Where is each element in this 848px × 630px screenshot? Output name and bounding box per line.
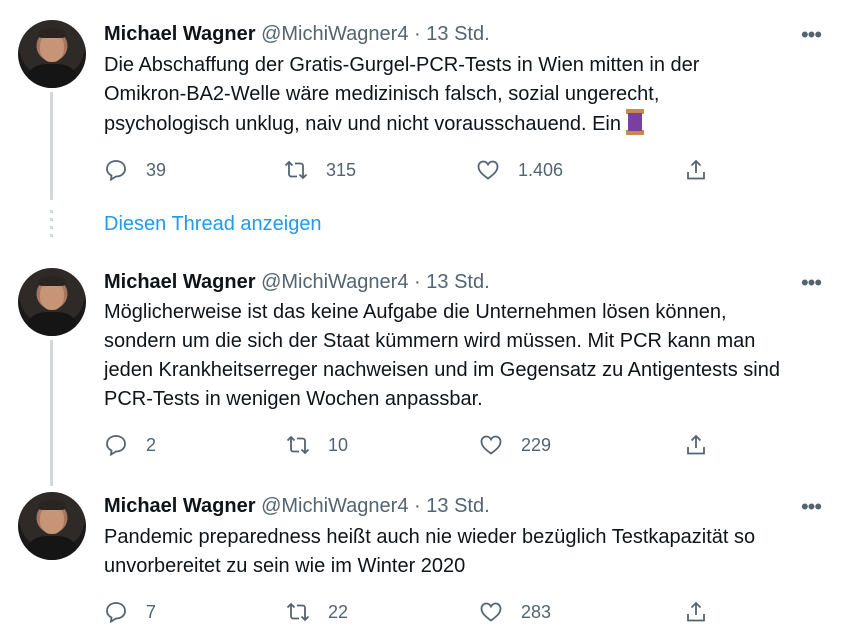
tweet-header: Michael Wagner @MichiWagner4 · 13 Std.: [104, 270, 490, 294]
avatar[interactable]: [18, 20, 86, 88]
tweet-header: Michael Wagner @MichiWagner4 · 13 Std.: [104, 494, 490, 518]
more-options-icon[interactable]: •••: [798, 24, 824, 48]
thread-emoji-icon: [625, 109, 645, 135]
like-button[interactable]: 1.406: [476, 156, 563, 184]
tweet-text-line: PCR-Tests in wenigen Wochen anpassbar.: [104, 388, 483, 410]
tweet-text-line: sondern um die sich der Staat kümmern wi…: [104, 330, 756, 352]
author-name[interactable]: Michael Wagner: [104, 495, 256, 517]
author-handle[interactable]: @MichiWagner4: [261, 495, 408, 517]
reply-count: 39: [146, 159, 167, 180]
retweet-count: 10: [328, 434, 349, 455]
like-button[interactable]: 229: [479, 431, 551, 459]
like-count: 283: [521, 601, 552, 622]
share-icon: [687, 434, 705, 455]
tweet-text: Möglicherweise ist das keine Aufgabe die…: [104, 298, 834, 414]
like-button[interactable]: 283: [479, 598, 551, 626]
avatar[interactable]: [18, 492, 86, 560]
separator-dot: ·: [414, 23, 421, 45]
retweet-icon: [284, 160, 308, 180]
show-thread-link[interactable]: Diesen Thread anzeigen: [104, 212, 322, 236]
tweet-text-line: unvorbereitet zu sein wie im Winter 2020: [104, 555, 466, 577]
tweet-text: Die Abschaffung der Gratis-Gurgel-PCR-Te…: [104, 51, 834, 139]
tweet-actions: 2 10 229: [104, 431, 724, 459]
timestamp[interactable]: 13 Std.: [426, 271, 489, 293]
retweet-count: 22: [328, 601, 349, 622]
reply-icon: [106, 602, 126, 624]
like-icon: [477, 160, 499, 180]
reply-icon: [106, 160, 126, 182]
like-count: 1.406: [518, 159, 564, 180]
author-handle[interactable]: @MichiWagner4: [261, 23, 408, 45]
avatar[interactable]: [18, 268, 86, 336]
tweet-actions: 39 315 1.406: [104, 156, 724, 184]
like-icon: [480, 602, 502, 622]
reply-count: 2: [146, 434, 157, 455]
tweet-text-line: Omikron-BA2-Welle wäre medizinisch falsc…: [104, 83, 660, 105]
reply-button[interactable]: 39: [104, 156, 166, 184]
retweet-button[interactable]: 315: [284, 156, 356, 184]
tweet-text-line: Möglicherweise ist das keine Aufgabe die…: [104, 301, 727, 323]
tweet-text-line: psychologisch unklug, naiv und nicht vor…: [104, 109, 834, 139]
author-handle[interactable]: @MichiWagner4: [261, 271, 408, 293]
share-button[interactable]: [684, 431, 708, 459]
tweet[interactable]: Michael Wagner @MichiWagner4 · 13 Std. •…: [0, 250, 848, 475]
tweet-text-line: jeden Krankheitserreger nachweisen und i…: [104, 359, 780, 381]
tweet-header: Michael Wagner @MichiWagner4 · 13 Std.: [104, 22, 490, 46]
timestamp[interactable]: 13 Std.: [426, 23, 489, 45]
author-name[interactable]: Michael Wagner: [104, 23, 256, 45]
more-options-icon[interactable]: •••: [798, 272, 824, 296]
reply-icon: [106, 435, 126, 457]
more-options-icon[interactable]: •••: [798, 496, 824, 520]
tweet-text-line: Pandemic preparedness heißt auch nie wie…: [104, 526, 756, 548]
reply-button[interactable]: 7: [104, 598, 156, 626]
share-button[interactable]: [684, 598, 708, 626]
like-icon: [480, 435, 502, 455]
author-name[interactable]: Michael Wagner: [104, 271, 256, 293]
tweet[interactable]: Michael Wagner @MichiWagner4 · 13 Std. •…: [0, 0, 848, 200]
share-button[interactable]: [684, 156, 708, 184]
tweet[interactable]: Michael Wagner @MichiWagner4 · 13 Std. •…: [0, 475, 848, 630]
separator-dot: ·: [414, 495, 421, 517]
tweet-actions: 7 22 283: [104, 598, 724, 626]
thread-gap-dots: [50, 210, 53, 240]
like-count: 229: [521, 434, 552, 455]
retweet-button[interactable]: 22: [286, 598, 348, 626]
tweet-text: Pandemic preparedness heißt auch nie wie…: [104, 523, 834, 581]
retweet-count: 315: [326, 159, 357, 180]
share-icon: [687, 601, 705, 622]
timestamp[interactable]: 13 Std.: [426, 495, 489, 517]
reply-count: 7: [146, 601, 157, 622]
retweet-icon: [286, 602, 310, 622]
retweet-button[interactable]: 10: [286, 431, 348, 459]
tweet-text-line: Die Abschaffung der Gratis-Gurgel-PCR-Te…: [104, 54, 700, 76]
separator-dot: ·: [414, 271, 421, 293]
reply-button[interactable]: 2: [104, 431, 156, 459]
retweet-icon: [286, 435, 310, 455]
share-icon: [687, 159, 705, 180]
